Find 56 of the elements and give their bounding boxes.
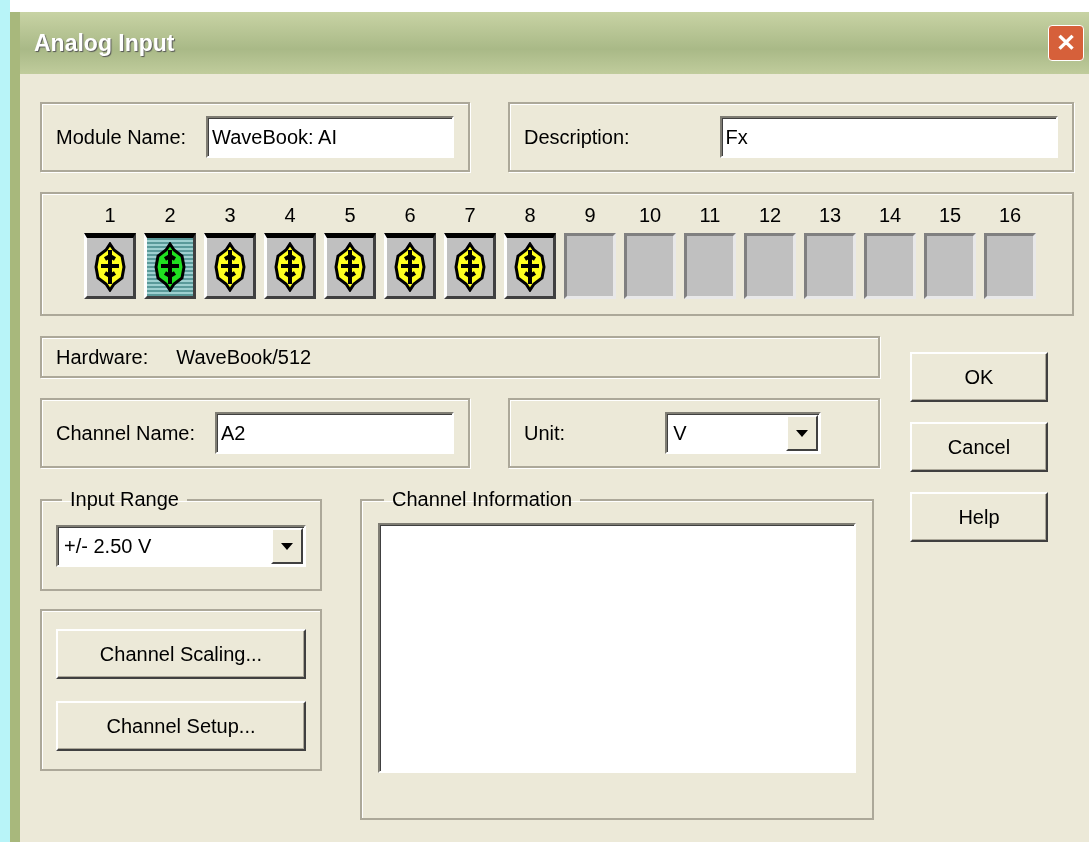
hardware-value: WaveBook/512 (176, 345, 312, 369)
channel-number: 2 (164, 204, 176, 227)
caret-icon (281, 542, 293, 550)
channel-number: 15 (938, 204, 962, 227)
channel-number: 10 (638, 204, 662, 227)
dropdown-button[interactable] (786, 415, 819, 451)
channel-button[interactable] (444, 233, 496, 299)
description-label: Description: (524, 125, 630, 149)
channel-name-label: Channel Name: (56, 421, 195, 445)
dialog-button[interactable]: Cancel (910, 422, 1048, 472)
channel-number: 16 (998, 204, 1022, 227)
channel-name-field[interactable]: A2 (214, 412, 454, 454)
connector-icon (153, 242, 187, 292)
channel-number: 12 (758, 204, 782, 227)
connector-icon (213, 242, 247, 292)
channel-button[interactable]: Channel Scaling... (56, 629, 306, 679)
connector-icon (453, 242, 487, 292)
dialog-button[interactable]: Help (910, 492, 1048, 542)
module-name-field[interactable]: WaveBook: AI (206, 116, 454, 158)
module-name-label: Module Name: (56, 125, 187, 149)
close-button[interactable]: ✕ (1048, 25, 1084, 61)
dialog-button[interactable]: OK (910, 352, 1048, 402)
channel-number: 11 (699, 204, 721, 227)
connector-icon (93, 242, 127, 292)
channel-number: 8 (524, 204, 536, 227)
channel-information-title: Channel Information (391, 488, 574, 511)
channel-button[interactable] (504, 233, 556, 299)
window-title: Analog Input (34, 29, 175, 57)
unit-dropdown[interactable]: V (665, 412, 822, 454)
connector-icon (393, 242, 427, 292)
channel-button[interactable] (84, 233, 136, 299)
channel-number: 7 (464, 204, 476, 227)
description-field[interactable]: Fx (719, 116, 1058, 158)
input-range-title: Input Range (69, 488, 180, 511)
connector-icon (333, 242, 367, 292)
channel-button[interactable] (204, 233, 256, 299)
channel-button[interactable] (324, 233, 376, 299)
connector-icon (513, 242, 547, 292)
channel-number: 6 (404, 204, 416, 227)
channel-number: 4 (284, 204, 296, 227)
hardware-label: Hardware: (56, 345, 149, 369)
channel-number: 5 (344, 204, 356, 227)
channel-button[interactable]: Channel Setup... (56, 701, 306, 751)
channel-number: 14 (878, 204, 902, 227)
channel-number: 13 (818, 204, 842, 227)
caret-icon (796, 429, 809, 437)
channel-number: 1 (104, 204, 116, 227)
connector-icon (273, 242, 307, 292)
unit-label: Unit: (524, 421, 566, 445)
channel-button[interactable] (384, 233, 436, 299)
channel-button[interactable] (144, 233, 196, 299)
channel-number: 9 (584, 204, 596, 227)
channel-button[interactable] (264, 233, 316, 299)
input-range-dropdown[interactable]: +/- 2.50 V (56, 525, 306, 567)
channel-number: 3 (224, 204, 236, 227)
dropdown-button[interactable] (271, 528, 303, 564)
